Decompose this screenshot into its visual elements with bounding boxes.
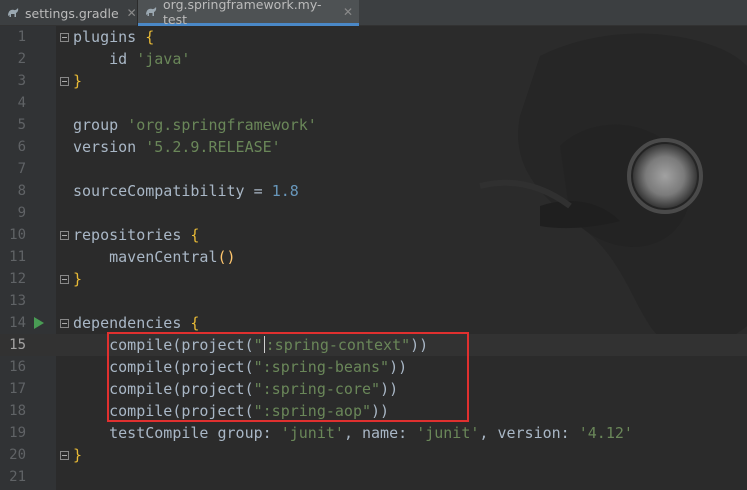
run-gutter-icon[interactable]: [34, 317, 44, 329]
line-number: 3: [17, 73, 26, 89]
code-line[interactable]: 4: [0, 92, 747, 114]
tab-settings-gradle[interactable]: settings.gradle ✕: [0, 0, 137, 26]
code-text: dependencies {: [73, 314, 200, 332]
line-number: 19: [9, 425, 26, 441]
close-icon[interactable]: ✕: [127, 6, 137, 20]
code-line[interactable]: 12 }: [0, 268, 747, 290]
fold-icon[interactable]: [60, 275, 69, 284]
line-number: 15: [9, 337, 26, 353]
line-number: 11: [9, 249, 26, 265]
fold-icon[interactable]: [60, 319, 69, 328]
fold-icon[interactable]: [60, 231, 69, 240]
code-text: mavenCentral(): [73, 248, 236, 266]
code-line[interactable]: 3 }: [0, 70, 747, 92]
code-text: repositories {: [73, 226, 200, 244]
code-line[interactable]: 10 repositories {: [0, 224, 747, 246]
code-text: sourceCompatibility = 1.8: [73, 182, 299, 200]
code-line[interactable]: 11 mavenCentral(): [0, 246, 747, 268]
tab-label: org.springframework.my-test: [163, 0, 322, 27]
line-number: 16: [9, 359, 26, 375]
code-text: id 'java': [73, 50, 191, 68]
code-line[interactable]: 20 }: [0, 444, 747, 466]
tab-label: settings.gradle: [25, 5, 119, 21]
code-line[interactable]: 1 plugins {: [0, 26, 747, 48]
line-number: 10: [9, 227, 26, 243]
code-text: }: [73, 446, 83, 464]
gradle-icon: [6, 6, 20, 20]
code-line[interactable]: 19 testCompile group: 'junit', name: 'ju…: [0, 422, 747, 444]
line-number: 4: [17, 95, 26, 111]
line-number: 21: [9, 469, 26, 485]
line-number: 5: [17, 117, 26, 133]
line-number: 20: [9, 447, 26, 463]
line-number: 13: [9, 293, 26, 309]
code-text: plugins {: [73, 28, 155, 46]
annotation-highlight-box: [107, 332, 469, 422]
tab-my-test-build-gradle[interactable]: org.springframework.my-test ✕: [138, 0, 359, 27]
gradle-icon: [144, 5, 158, 19]
code-editor[interactable]: 1 plugins { 2 id 'java' 3 } 4 5 group 'o…: [0, 26, 747, 490]
editor-tab-bar: settings.gradle ✕ org.springframework.my…: [0, 0, 747, 27]
fold-icon[interactable]: [60, 33, 69, 42]
fold-icon[interactable]: [60, 77, 69, 86]
code-line[interactable]: 9: [0, 202, 747, 224]
code-line[interactable]: 21: [0, 466, 747, 488]
line-number: 9: [17, 205, 26, 221]
line-number: 2: [17, 51, 26, 67]
code-line[interactable]: 6 version '5.2.9.RELEASE': [0, 136, 747, 158]
code-text: testCompile group: 'junit', name: 'junit…: [73, 424, 633, 442]
line-number: 1: [17, 29, 26, 45]
code-text: version '5.2.9.RELEASE': [73, 138, 281, 156]
code-line[interactable]: 13: [0, 290, 747, 312]
code-text: }: [73, 270, 83, 288]
line-number: 6: [17, 139, 26, 155]
code-text: group 'org.springframework': [73, 116, 317, 134]
close-icon[interactable]: ✕: [343, 5, 353, 19]
line-number: 8: [17, 183, 26, 199]
line-number: 14: [9, 315, 26, 331]
code-line[interactable]: 7: [0, 158, 747, 180]
fold-icon[interactable]: [60, 451, 69, 460]
code-line[interactable]: 2 id 'java': [0, 48, 747, 70]
code-line[interactable]: 5 group 'org.springframework': [0, 114, 747, 136]
line-number: 7: [17, 161, 26, 177]
code-line[interactable]: 14 dependencies {: [0, 312, 747, 334]
line-number: 12: [9, 271, 26, 287]
code-line[interactable]: 8 sourceCompatibility = 1.8: [0, 180, 747, 202]
line-number: 17: [9, 381, 26, 397]
code-text: }: [73, 72, 83, 90]
line-number: 18: [9, 403, 26, 419]
